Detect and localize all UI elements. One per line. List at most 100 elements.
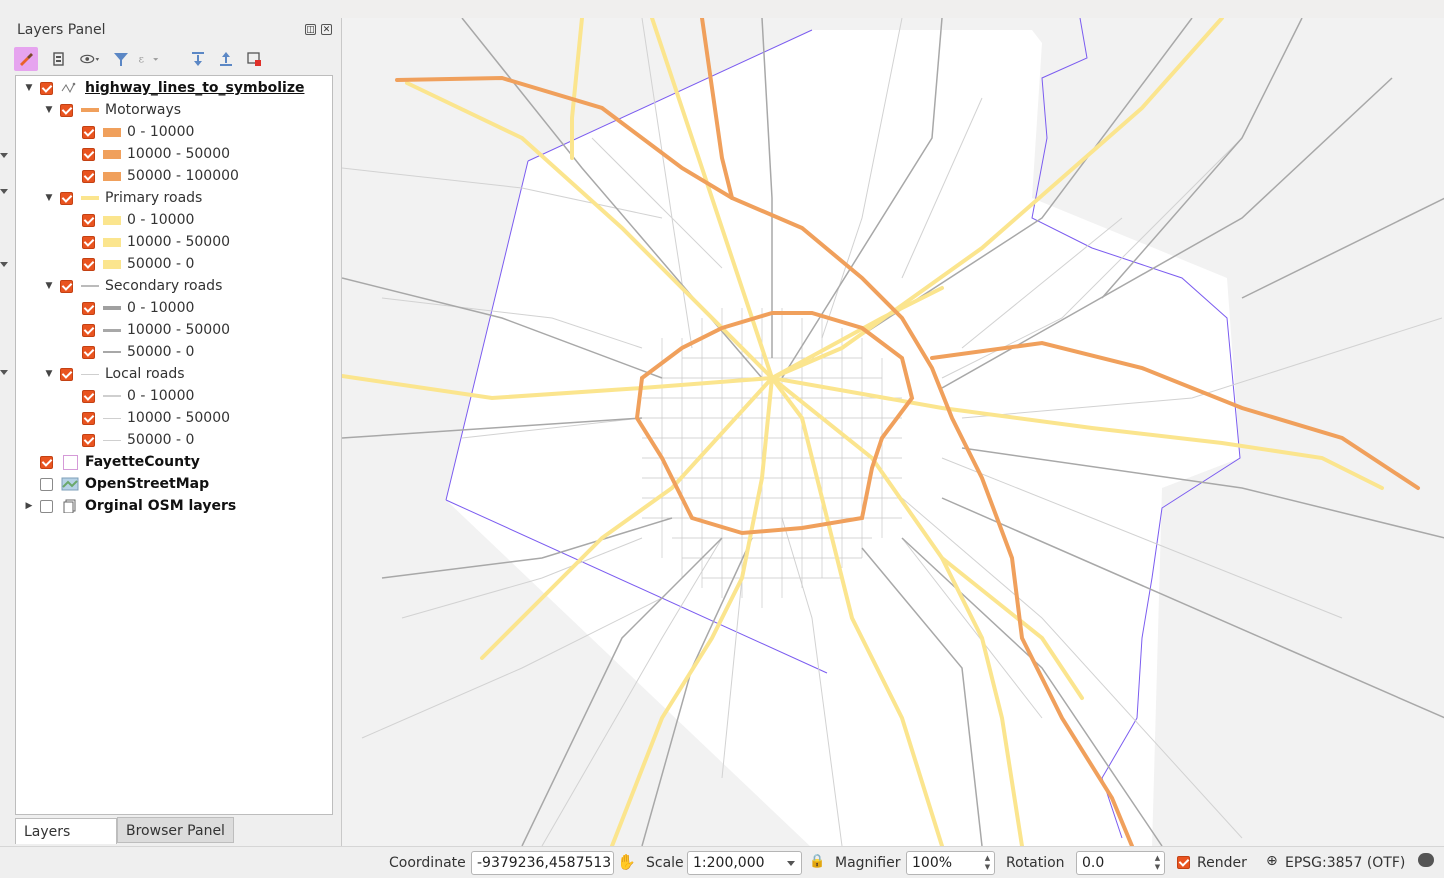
tab-layers-panel[interactable]: Layers Panel xyxy=(15,818,117,866)
class-item[interactable]: 10000 - 50000 xyxy=(82,143,230,165)
collapse-arrow-icon[interactable]: ▼ xyxy=(44,193,54,203)
lock-icon[interactable]: 🔒 xyxy=(809,854,825,869)
collapse-arrow-icon[interactable]: ▼ xyxy=(44,105,54,115)
messages-icon[interactable] xyxy=(1418,853,1434,867)
class-label: 10000 - 50000 xyxy=(127,322,231,338)
class-item[interactable]: 50000 - 0 xyxy=(82,429,194,451)
class-item[interactable]: 0 - 10000 xyxy=(82,121,194,143)
group-local-roads[interactable]: ▼ Local roads xyxy=(44,363,185,385)
layer-checkbox[interactable] xyxy=(40,455,53,469)
class-label: 0 - 10000 xyxy=(127,300,195,316)
class-label: 50000 - 0 xyxy=(127,344,195,360)
class-checkbox[interactable] xyxy=(82,147,95,161)
class-label: 50000 - 0 xyxy=(127,256,195,272)
remove-layer-icon[interactable] xyxy=(242,47,266,71)
collapse-arrow-icon[interactable]: ▼ xyxy=(24,83,34,93)
class-item[interactable]: 10000 - 50000 xyxy=(82,319,230,341)
coordinate-field[interactable]: -9379236,4587513 xyxy=(471,851,614,875)
dock-marker xyxy=(0,189,8,194)
motorway-symbol xyxy=(81,104,99,116)
layer-checkbox[interactable] xyxy=(40,499,53,513)
class-checkbox[interactable] xyxy=(82,389,95,403)
layer-tree: ▼ highway_lines_to_symbolize ▼ Motorways… xyxy=(15,75,333,815)
svg-text:ε: ε xyxy=(139,53,144,65)
class-item[interactable]: 10000 - 50000 xyxy=(82,231,230,253)
expand-all-icon[interactable] xyxy=(186,47,210,71)
dock-marker xyxy=(0,370,8,375)
group-checkbox[interactable] xyxy=(60,279,73,293)
render-checkbox[interactable] xyxy=(1177,856,1190,869)
layer-checkbox[interactable] xyxy=(40,81,53,95)
spin-arrows-icon[interactable]: ▲ ▼ xyxy=(983,854,992,872)
filter-expression-icon[interactable]: ε xyxy=(136,47,160,71)
style-manager-icon[interactable] xyxy=(14,47,38,71)
spin-arrows-icon[interactable]: ▲ ▼ xyxy=(1153,854,1162,872)
filter-legend-icon[interactable] xyxy=(109,47,133,71)
rotation-spinbox[interactable]: 0.0 ▲ ▼ xyxy=(1076,851,1165,875)
magnifier-label: Magnifier xyxy=(835,855,901,871)
collapse-arrow-icon[interactable]: ▼ xyxy=(44,281,54,291)
class-checkbox[interactable] xyxy=(82,213,95,227)
panel-title: Layers Panel xyxy=(17,22,106,38)
class-item[interactable]: 0 - 10000 xyxy=(82,297,194,319)
class-checkbox[interactable] xyxy=(82,257,95,271)
class-checkbox[interactable] xyxy=(82,235,95,249)
map-canvas[interactable] xyxy=(341,18,1444,846)
visibility-eye-icon[interactable] xyxy=(78,47,102,71)
class-item[interactable]: 50000 - 100000 xyxy=(82,165,239,187)
class-item[interactable]: 10000 - 50000 xyxy=(82,407,230,429)
scale-value: 1:200,000 xyxy=(693,855,765,871)
class-checkbox[interactable] xyxy=(82,323,95,337)
class-checkbox[interactable] xyxy=(82,169,95,183)
class-checkbox[interactable] xyxy=(82,411,95,425)
layer-label: OpenStreetMap xyxy=(85,476,210,492)
class-checkbox[interactable] xyxy=(82,125,95,139)
group-primary-roads[interactable]: ▼ Primary roads xyxy=(44,187,203,209)
layers-panel: Layers Panel ◫ ✕ ε ▼ highway_lines_to_sy… xyxy=(0,0,340,866)
class-item[interactable]: 50000 - 0 xyxy=(82,341,194,363)
add-group-icon[interactable] xyxy=(47,47,71,71)
rotation-label: Rotation xyxy=(1006,855,1065,871)
group-label: Primary roads xyxy=(105,190,203,206)
class-label: 10000 - 50000 xyxy=(127,146,231,162)
collapse-arrow-icon[interactable]: ▼ xyxy=(44,369,54,379)
panel-splitter[interactable] xyxy=(334,0,341,848)
group-motorways[interactable]: ▼ Motorways xyxy=(44,99,182,121)
class-checkbox[interactable] xyxy=(82,433,95,447)
magnifier-spinbox[interactable]: 100% ▲ ▼ xyxy=(906,851,995,875)
layer-highway[interactable]: ▼ highway_lines_to_symbolize xyxy=(24,77,305,99)
scale-combobox[interactable]: 1:200,000 xyxy=(687,851,802,875)
mouse-capture-icon[interactable]: ✋ xyxy=(617,853,636,871)
group-secondary-roads[interactable]: ▼ Secondary roads xyxy=(44,275,223,297)
layer-label: FayetteCounty xyxy=(85,454,200,470)
rotation-value: 0.0 xyxy=(1082,855,1105,871)
layer-label: Orginal OSM layers xyxy=(85,498,237,514)
group-checkbox[interactable] xyxy=(60,191,73,205)
tab-browser-panel[interactable]: Browser Panel xyxy=(117,817,234,843)
class-checkbox[interactable] xyxy=(82,301,95,315)
group-checkbox[interactable] xyxy=(60,103,73,117)
class-item[interactable]: 50000 - 0 xyxy=(82,253,194,275)
class-label: 50000 - 0 xyxy=(127,432,195,448)
map-svg[interactable] xyxy=(342,18,1444,846)
layer-openstreetmap[interactable]: ▶ OpenStreetMap xyxy=(24,473,209,495)
raster-map-icon xyxy=(61,477,79,491)
crs-label[interactable]: EPSG:3857 (OTF) xyxy=(1285,855,1405,871)
layer-fayette-county[interactable]: ▶ FayetteCounty xyxy=(24,451,200,473)
group-checkbox[interactable] xyxy=(60,367,73,381)
class-label: 50000 - 100000 xyxy=(127,168,239,184)
class-checkbox[interactable] xyxy=(82,345,95,359)
close-icon[interactable]: ✕ xyxy=(321,24,332,35)
primary-symbol xyxy=(103,258,121,270)
layer-checkbox[interactable] xyxy=(40,477,53,491)
float-icon[interactable]: ◫ xyxy=(305,24,316,35)
group-orginal-osm-layers[interactable]: ▶ Orginal OSM layers xyxy=(24,495,237,517)
local-symbol xyxy=(103,390,121,402)
collapse-all-icon[interactable] xyxy=(214,47,238,71)
crs-globe-icon[interactable]: ⊕ xyxy=(1266,853,1278,869)
expand-arrow-icon[interactable]: ▶ xyxy=(24,501,34,511)
class-item[interactable]: 0 - 10000 xyxy=(82,209,194,231)
class-item[interactable]: 0 - 10000 xyxy=(82,385,194,407)
chevron-down-icon[interactable] xyxy=(787,861,795,866)
coordinate-label: Coordinate xyxy=(389,855,466,871)
